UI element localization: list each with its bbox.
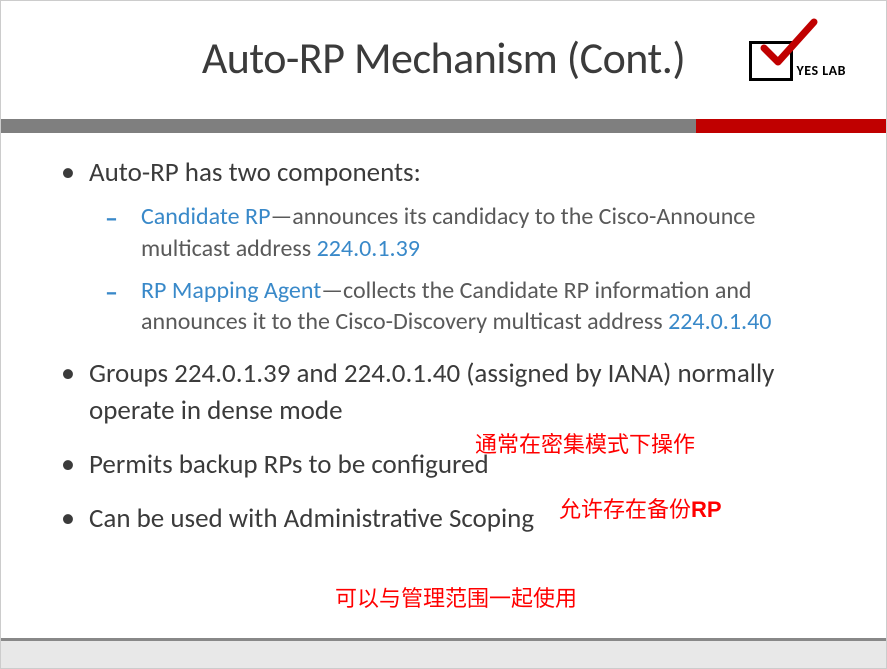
sub-bullet-candidate-rp: Candidate RP—announces its candidacy to …: [105, 201, 826, 264]
main-bullet-list: Auto-RP has two components: Candidate RP…: [61, 155, 826, 538]
bullet-backup: Permits backup RPs to be configured: [61, 447, 826, 483]
sub-bullet-list: Candidate RP—announces its candidacy to …: [89, 201, 826, 338]
annotation-dense-mode: 通常在密集模式下操作: [475, 427, 695, 459]
divider: [1, 119, 886, 133]
bullet-text: Groups 224.0.1.39 and 224.0.1.40 (assign…: [89, 357, 774, 426]
bullet-text: Auto-RP has two components:: [89, 156, 421, 189]
slide-header: Auto-RP Mechanism (Cont.) YES LAB: [1, 1, 886, 119]
term-candidate-rp: Candidate RP: [141, 202, 270, 231]
brand-logo: YES LAB: [749, 41, 847, 81]
annotation-admin-scoping: 可以与管理范围一起使用: [335, 581, 577, 613]
logo-box-icon: [749, 41, 793, 81]
bottom-bar: [1, 640, 886, 668]
divider-gray: [1, 119, 696, 133]
bullet-components: Auto-RP has two components: Candidate RP…: [61, 155, 826, 338]
term-mapping-agent: RP Mapping Agent: [141, 276, 321, 305]
annotation-backup-rp: 允许存在备份RP: [559, 492, 722, 524]
slide-body: Auto-RP has two components: Candidate RP…: [1, 149, 886, 538]
bullet-groups: Groups 224.0.1.39 and 224.0.1.40 (assign…: [61, 356, 826, 429]
bullet-text: Can be used with Administrative Scoping: [89, 502, 534, 535]
mcast-addr: 224.0.1.39: [317, 234, 420, 263]
bullet-text: Permits backup RPs to be configured: [89, 448, 489, 481]
annotation-text: 允许存在备份: [559, 497, 691, 522]
checkmark-icon: [758, 16, 818, 76]
annotation-bold: RP: [691, 497, 722, 522]
sub-bullet-mapping-agent: RP Mapping Agent—collects the Candidate …: [105, 275, 826, 338]
mcast-addr: 224.0.1.40: [668, 307, 771, 336]
divider-red: [696, 119, 886, 133]
